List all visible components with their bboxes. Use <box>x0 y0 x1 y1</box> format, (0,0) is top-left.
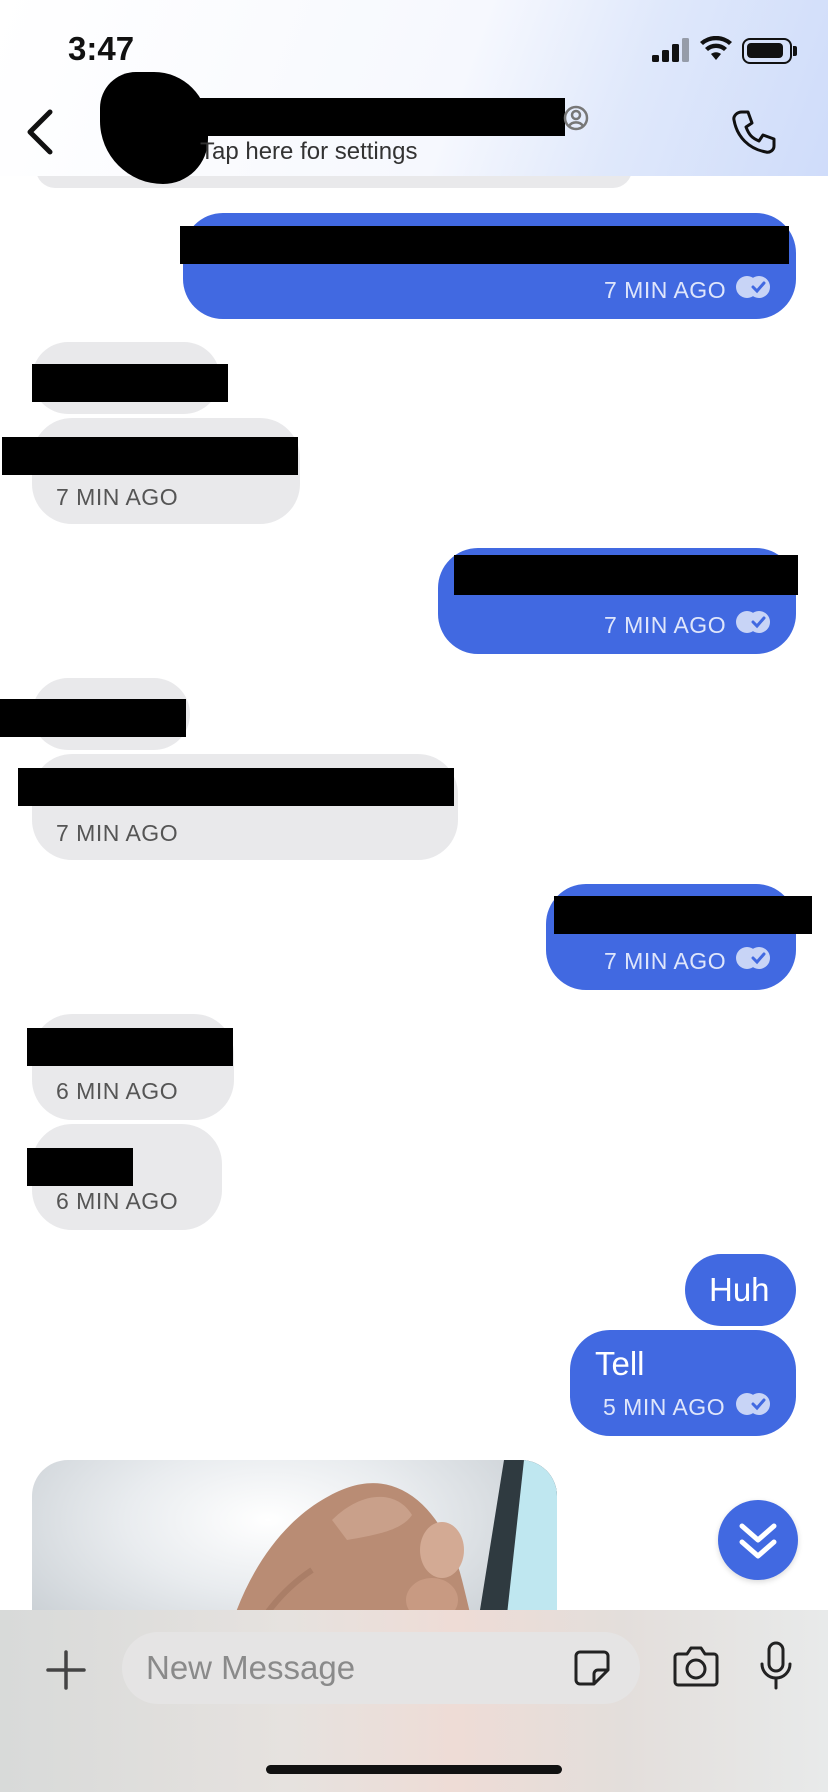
message-text: Huh <box>709 1271 770 1308</box>
back-chevron-icon[interactable] <box>22 108 56 156</box>
redacted-message-text <box>180 226 789 264</box>
message-timestamp: 7 MIN AGO <box>604 277 727 303</box>
plus-icon[interactable] <box>46 1650 86 1690</box>
compose-bar <box>0 1610 828 1792</box>
outgoing-message-bubble[interactable]: Huh <box>685 1254 796 1326</box>
message-timestamp: 7 MIN AGO <box>56 484 179 510</box>
sticker-icon[interactable] <box>572 1648 612 1688</box>
microphone-icon[interactable] <box>758 1640 794 1692</box>
message-timestamp: 5 MIN AGO <box>603 1394 726 1420</box>
redacted-message-text <box>2 437 298 475</box>
home-indicator <box>266 1765 562 1774</box>
redacted-message-text <box>554 896 812 934</box>
message-timestamp: 7 MIN AGO <box>604 948 727 974</box>
read-receipt-icon <box>736 276 770 298</box>
phone-call-icon[interactable] <box>730 108 778 156</box>
redacted-message-text <box>27 1148 133 1186</box>
message-input[interactable] <box>122 1632 640 1704</box>
message-timestamp: 6 MIN AGO <box>56 1188 179 1214</box>
settings-subtitle[interactable]: Tap here for settings <box>200 138 417 166</box>
read-receipt-icon <box>736 947 770 969</box>
scroll-to-bottom-button[interactable] <box>718 1500 798 1580</box>
status-time: 3:47 <box>68 30 135 67</box>
chat-header: 3:47 Tap here for settings <box>0 0 828 184</box>
message-timestamp: 6 MIN AGO <box>56 1078 179 1104</box>
redacted-message-text <box>32 364 228 402</box>
read-receipt-icon <box>736 1393 770 1415</box>
double-chevron-down-icon <box>739 1523 777 1559</box>
contact-badge-icon <box>563 105 589 131</box>
wifi-icon <box>700 36 732 60</box>
redacted-contact-name[interactable] <box>190 98 565 136</box>
signal-icon <box>652 38 690 62</box>
battery-icon <box>742 38 792 64</box>
redacted-message-text <box>27 1028 233 1066</box>
message-timestamp: 7 MIN AGO <box>604 612 727 638</box>
camera-icon[interactable] <box>672 1644 720 1688</box>
message-text: Tell <box>595 1345 645 1382</box>
outgoing-message-bubble[interactable]: Tell 5 MIN AGO <box>570 1330 796 1436</box>
redacted-message-text <box>454 555 798 595</box>
redacted-message-text <box>0 699 186 737</box>
redacted-message-text <box>18 768 454 806</box>
message-timestamp: 7 MIN AGO <box>56 820 179 846</box>
read-receipt-icon <box>736 611 770 633</box>
